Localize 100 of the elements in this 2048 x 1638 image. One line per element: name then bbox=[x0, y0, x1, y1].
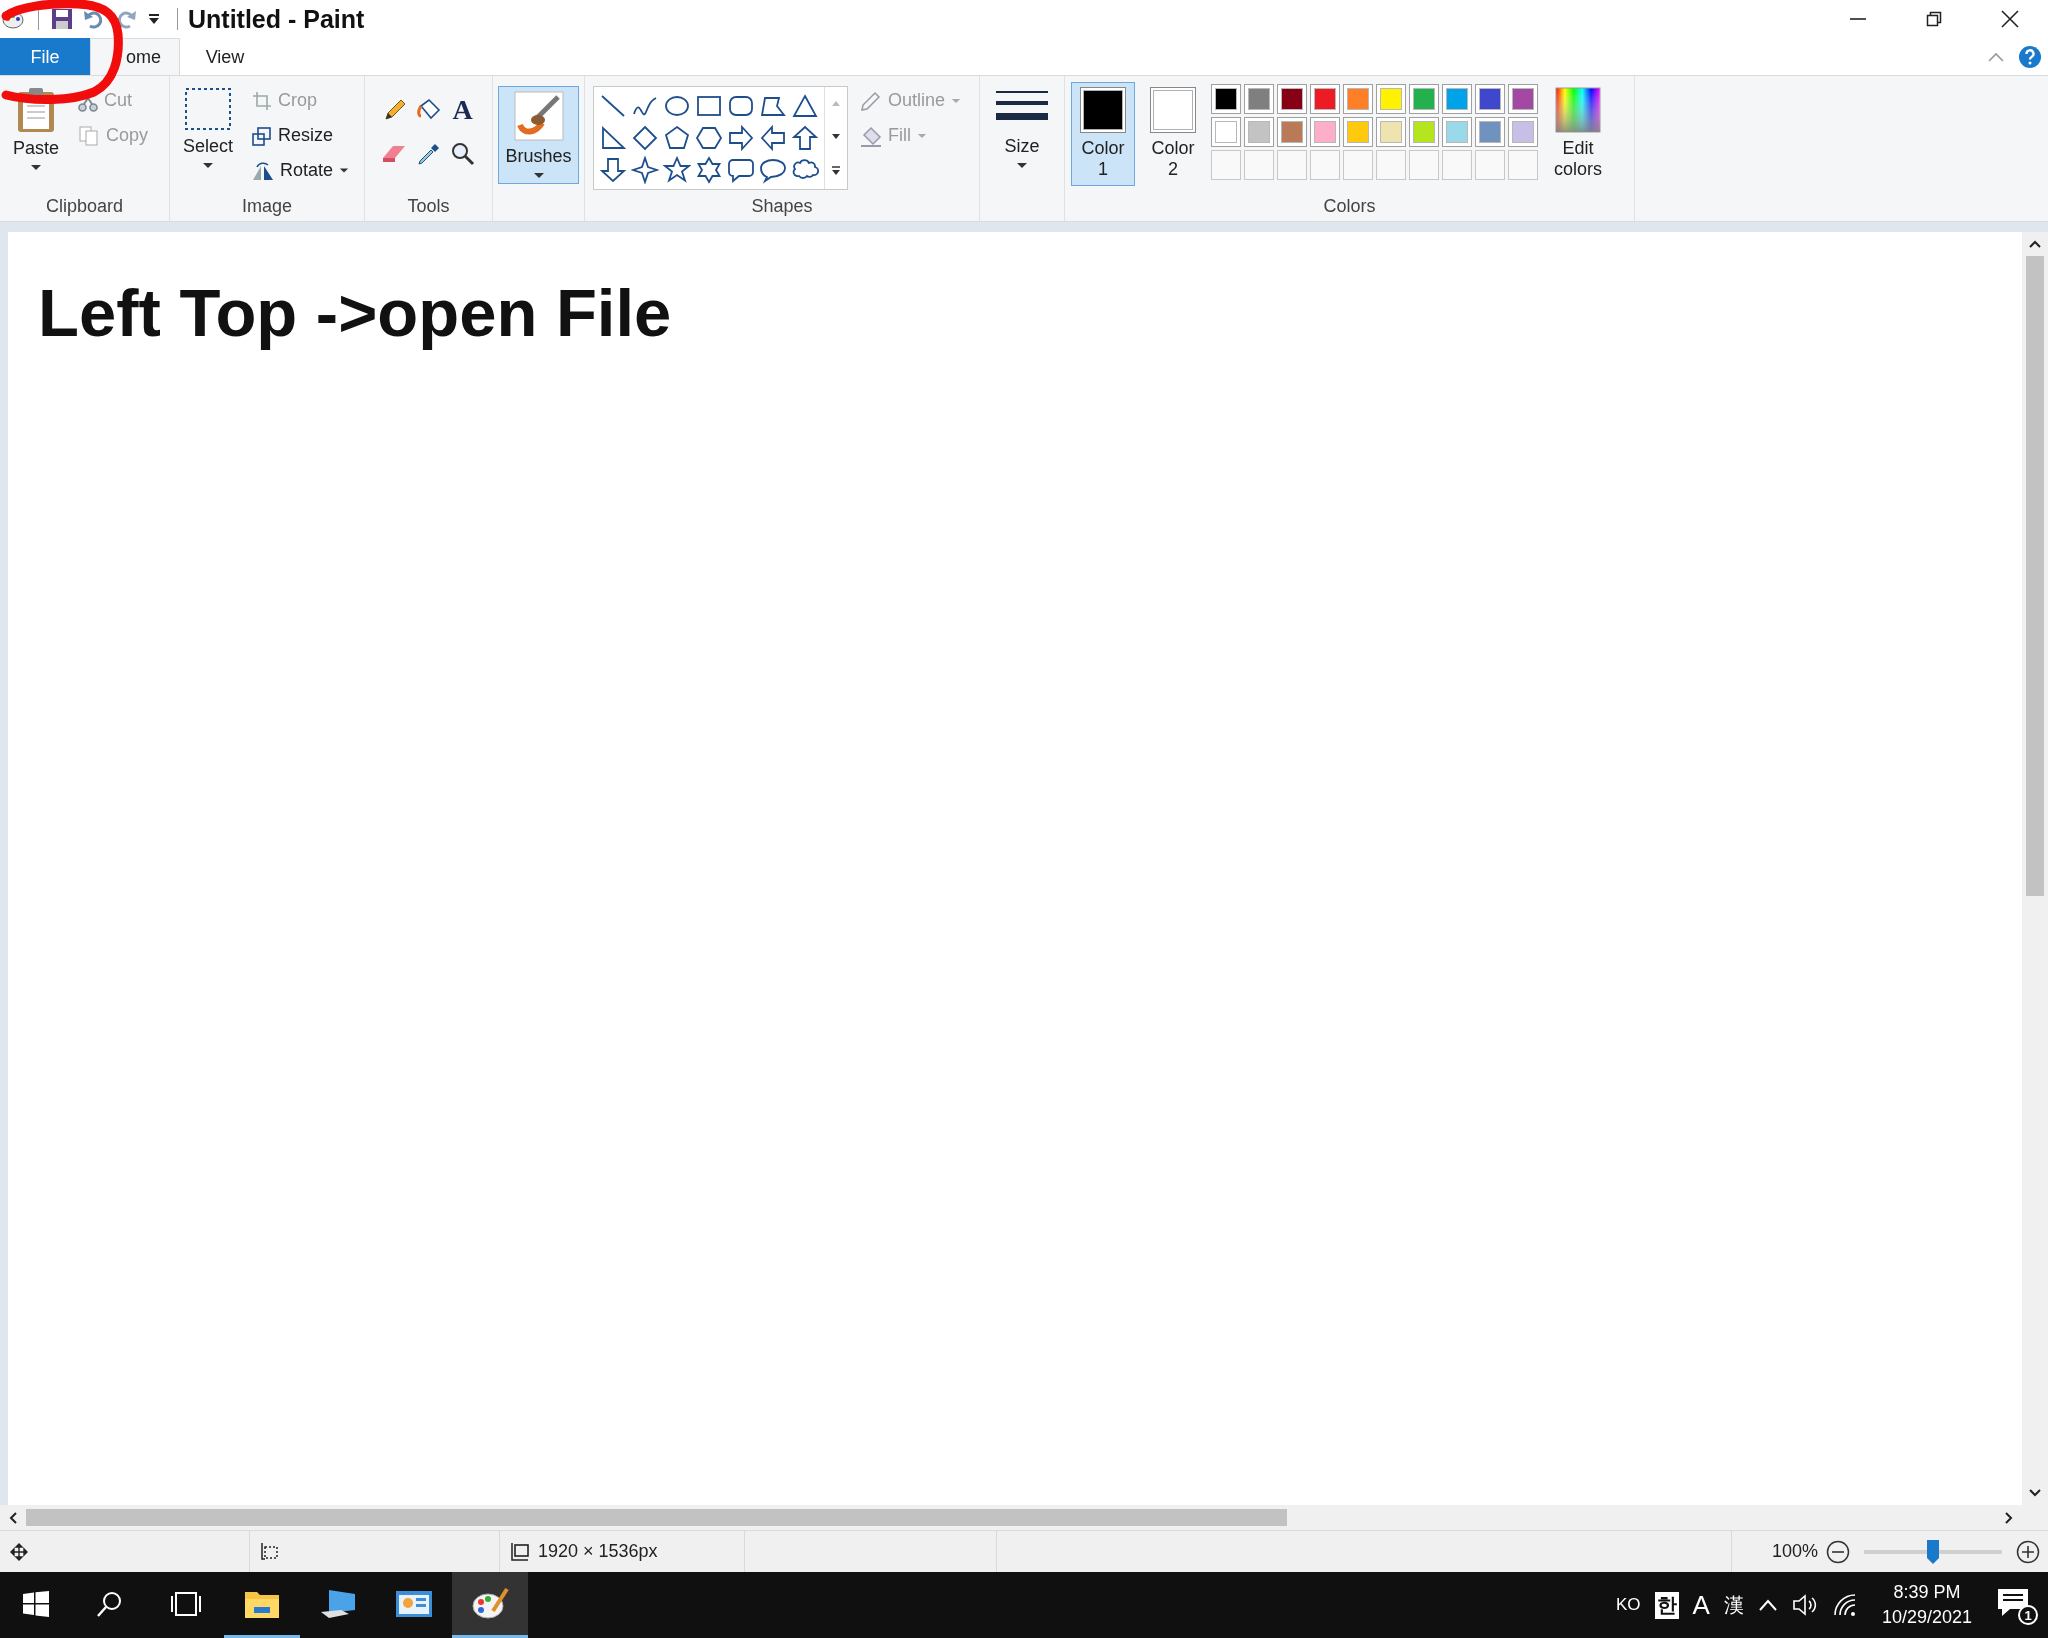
scrollbar-thumb[interactable] bbox=[2026, 256, 2044, 896]
group-label: Colors bbox=[1322, 194, 1377, 218]
ribbon-tab[interactable]: View bbox=[180, 38, 270, 75]
clock[interactable]: 8:39 PM 10/29/2021 bbox=[1881, 1582, 1972, 1628]
oval-callout-shape-icon[interactable] bbox=[759, 156, 787, 184]
empty-color-slot[interactable] bbox=[1475, 150, 1505, 180]
empty-color-slot[interactable] bbox=[1409, 150, 1439, 180]
move-cursor-icon bbox=[10, 1542, 28, 1561]
color-selector[interactable]: Color 2 bbox=[1141, 82, 1205, 186]
scroll-left-icon[interactable] bbox=[9, 1511, 17, 1524]
close-icon bbox=[2001, 10, 2019, 28]
empty-color-slot[interactable] bbox=[1211, 150, 1241, 180]
show-hidden-icons-icon[interactable] bbox=[1757, 1599, 1778, 1611]
vertical-scrollbar[interactable] bbox=[2022, 232, 2048, 1505]
scroll-down-icon[interactable] bbox=[2029, 1489, 2041, 1497]
image-size: 1920 × 1536px bbox=[538, 1541, 658, 1562]
empty-color-slot[interactable] bbox=[1442, 150, 1472, 180]
time: 8:39 PM bbox=[1893, 1582, 1961, 1603]
brushes-button[interactable]: Brushes bbox=[498, 86, 579, 184]
hexagon-shape-icon[interactable] bbox=[695, 124, 723, 152]
caret-icon bbox=[30, 164, 42, 171]
color-selector[interactable]: Color 1 bbox=[1071, 82, 1135, 186]
down-arrow-shape-icon[interactable] bbox=[599, 156, 627, 184]
up-arrow-shape-icon[interactable] bbox=[791, 124, 819, 152]
input-mode-indicator[interactable]: A bbox=[1692, 1589, 1710, 1621]
empty-color-slot[interactable] bbox=[1376, 150, 1406, 180]
restore-icon bbox=[1926, 11, 1942, 27]
zoom-out-button[interactable] bbox=[1826, 1539, 1850, 1564]
scroll-up-icon[interactable] bbox=[2029, 240, 2041, 248]
magnifier-icon[interactable] bbox=[449, 141, 476, 167]
computer-icon bbox=[319, 1587, 357, 1620]
four-point-star-shape-icon[interactable] bbox=[631, 156, 659, 184]
window-title: Untitled - Paint bbox=[188, 4, 365, 34]
file-menu-button[interactable]: File bbox=[0, 38, 90, 75]
empty-color-slot[interactable] bbox=[1343, 150, 1373, 180]
caret-icon bbox=[532, 172, 545, 179]
customize-caret-icon[interactable] bbox=[147, 12, 161, 26]
text-tool[interactable]: A bbox=[452, 94, 473, 126]
redo-icon[interactable] bbox=[115, 8, 137, 30]
caret-icon bbox=[202, 162, 214, 169]
crop-icon bbox=[252, 90, 273, 111]
selection-size-icon bbox=[260, 1541, 280, 1562]
scrollbar-thumb[interactable] bbox=[26, 1509, 1287, 1526]
ime-mode-indicator[interactable]: 한 bbox=[1654, 1591, 1679, 1619]
resize-icon bbox=[252, 125, 273, 146]
right-triangle-shape-icon[interactable] bbox=[599, 124, 627, 152]
caret-icon bbox=[1016, 162, 1028, 169]
color-picker-icon[interactable] bbox=[415, 141, 442, 167]
group-label: Clipboard bbox=[44, 194, 124, 218]
message-icon bbox=[1996, 1587, 2030, 1619]
rotate-button[interactable]: Rotate bbox=[248, 154, 354, 187]
resize-button[interactable]: Resize bbox=[248, 119, 354, 152]
diamond-shape-icon[interactable] bbox=[631, 124, 659, 152]
triangle-shape-icon[interactable] bbox=[791, 92, 819, 120]
wifi-icon[interactable] bbox=[1831, 1593, 1858, 1617]
windows-logo-icon bbox=[23, 1590, 49, 1617]
notification-count: 1 bbox=[2018, 1605, 2038, 1625]
zoom-in-button[interactable] bbox=[2016, 1539, 2040, 1564]
expand-gallery-icon[interactable] bbox=[831, 166, 841, 176]
rounded-callout-shape-icon[interactable] bbox=[727, 156, 755, 184]
task-view-icon bbox=[169, 1590, 203, 1617]
hanja-indicator[interactable]: 漢 bbox=[1723, 1591, 1744, 1619]
five-point-star-shape-icon[interactable] bbox=[663, 156, 691, 184]
empty-color-slot[interactable] bbox=[1277, 150, 1307, 180]
collapse-ribbon-icon[interactable] bbox=[1988, 51, 2004, 62]
notification-button[interactable]: 1 bbox=[1996, 1585, 2040, 1625]
empty-color-slot[interactable] bbox=[1310, 150, 1340, 180]
date: 10/29/2021 bbox=[1881, 1607, 1972, 1628]
empty-color-slot[interactable] bbox=[1508, 150, 1538, 180]
pencil-icon bbox=[860, 89, 882, 112]
zoom-level: 100% bbox=[1771, 1541, 1818, 1562]
right-arrow-shape-icon[interactable] bbox=[727, 124, 755, 152]
help-icon[interactable] bbox=[2018, 44, 2042, 69]
canvas-text: Left Top ->open File bbox=[38, 274, 672, 351]
caret-icon bbox=[339, 167, 350, 174]
line-shape-icon[interactable] bbox=[599, 92, 627, 120]
window-icon bbox=[395, 1588, 433, 1619]
scroll-down-icon[interactable] bbox=[831, 133, 841, 140]
size-button[interactable]: Size bbox=[989, 82, 1055, 174]
edit-colors-button[interactable]: Edit colors bbox=[1547, 82, 1609, 185]
copy-icon bbox=[78, 124, 101, 147]
select-button[interactable]: Select bbox=[176, 82, 241, 174]
scroll-right-icon[interactable] bbox=[2005, 1511, 2013, 1524]
caret-icon bbox=[917, 132, 927, 139]
left-arrow-shape-icon[interactable] bbox=[759, 124, 787, 152]
paste-button[interactable]: Paste bbox=[6, 82, 67, 176]
search-icon bbox=[96, 1589, 124, 1618]
empty-color-slot[interactable] bbox=[1244, 150, 1274, 180]
pentagon-shape-icon[interactable] bbox=[663, 124, 691, 152]
paint-taskbar-button[interactable] bbox=[452, 1572, 528, 1638]
undo-icon[interactable] bbox=[83, 8, 105, 30]
language-indicator[interactable]: KO bbox=[1616, 1595, 1641, 1615]
slider-thumb[interactable] bbox=[1927, 1539, 1939, 1564]
six-point-star-shape-icon[interactable] bbox=[695, 156, 723, 184]
group-label: Tools bbox=[406, 194, 451, 218]
rotate-icon bbox=[252, 160, 275, 181]
selection-icon bbox=[184, 87, 232, 131]
speaker-icon[interactable] bbox=[1791, 1593, 1818, 1617]
drawing-canvas[interactable]: Left Top ->open File bbox=[8, 232, 2022, 1505]
save-icon[interactable] bbox=[51, 8, 73, 30]
